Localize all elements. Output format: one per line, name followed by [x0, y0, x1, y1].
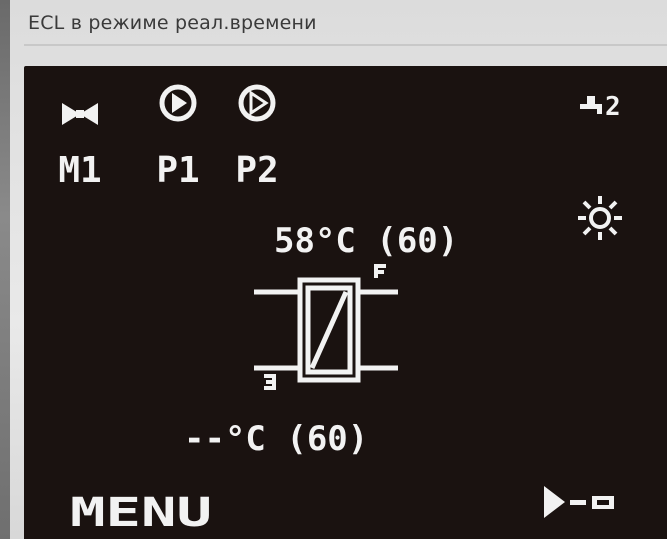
ecl-display-svg: M1 P1 P2 2 58°C (60) --°C (60) MENU [58, 84, 622, 536]
tap-circuit-number: 2 [605, 92, 621, 122]
tap-icon [580, 96, 602, 114]
window-title: ECL в режиме реал.времени [28, 12, 317, 34]
supply-temperature: 58°C (60) [274, 221, 458, 261]
heat-exchanger-icon[interactable] [254, 264, 398, 390]
menu-button[interactable]: MENU [70, 490, 212, 536]
arrow-right-icon[interactable] [544, 486, 614, 518]
component-label-p1: P1 [156, 150, 199, 191]
sun-icon[interactable] [578, 196, 622, 240]
valve-icon[interactable] [62, 103, 98, 125]
title-divider [24, 44, 667, 46]
component-label-m1: M1 [58, 150, 101, 191]
pump-icon[interactable] [238, 84, 276, 122]
pump-icon[interactable] [159, 84, 197, 122]
ecl-display-panel: M1 P1 P2 2 58°C (60) --°C (60) MENU [24, 66, 667, 539]
component-label-p2: P2 [235, 150, 278, 191]
return-temperature: --°C (60) [184, 419, 368, 459]
